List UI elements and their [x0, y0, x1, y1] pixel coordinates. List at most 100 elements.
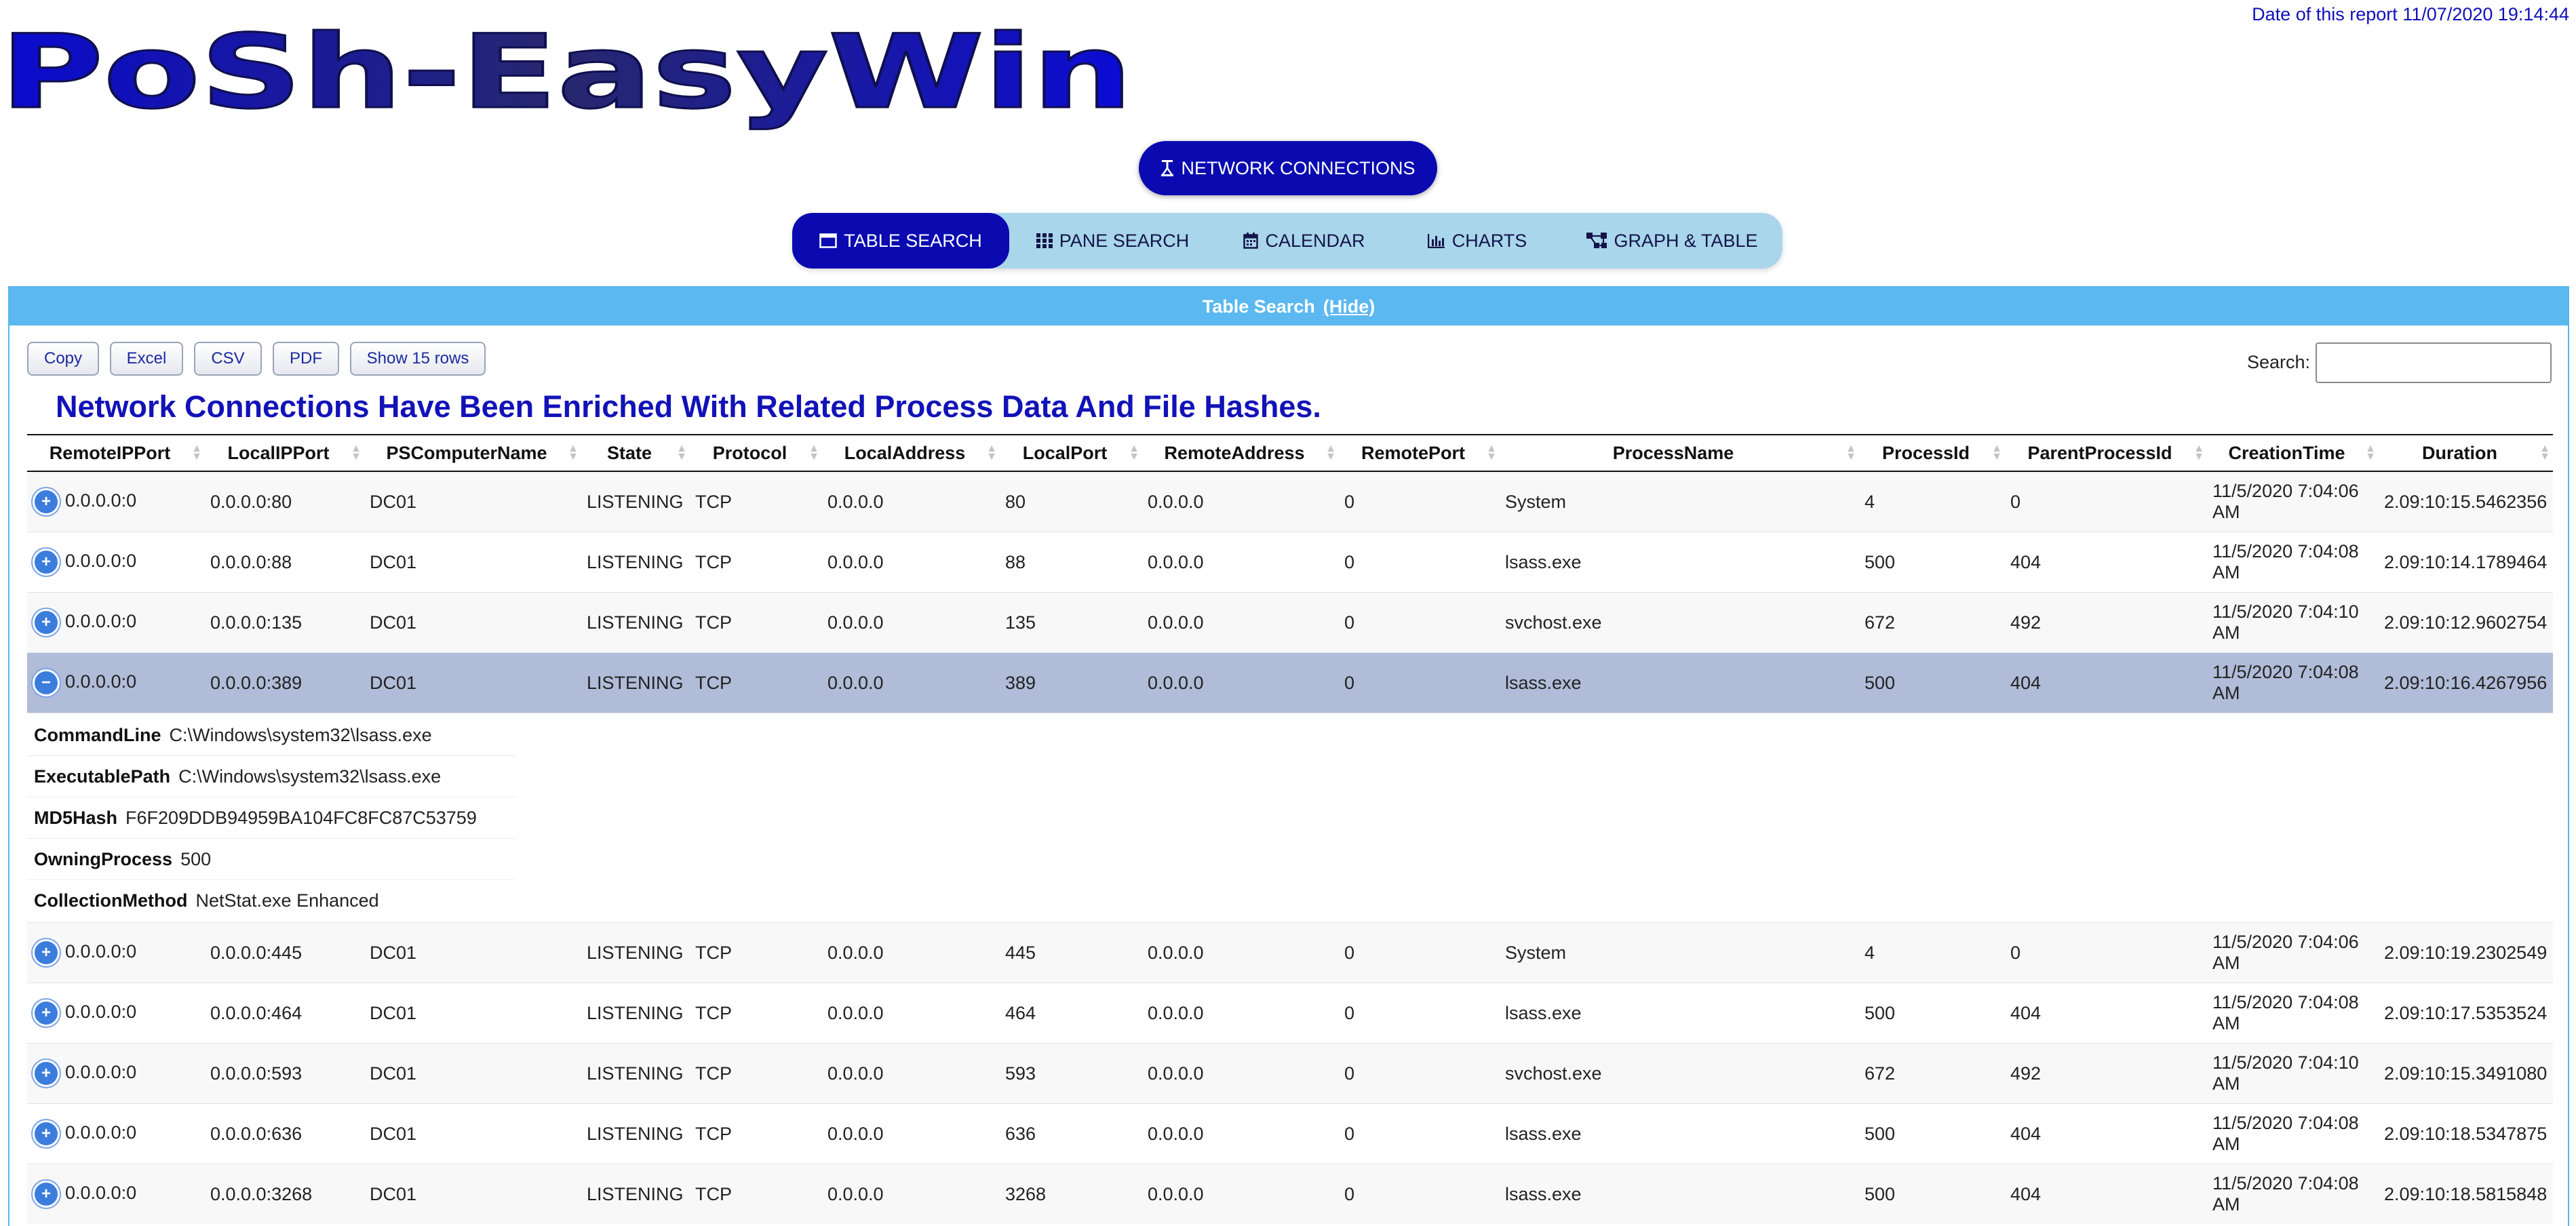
cell-value: 11/5/2020 7:04:08 AM [2212, 1113, 2359, 1154]
tab-graph-and-table[interactable]: GRAPH & TABLE [1562, 213, 1782, 269]
cell-value: 0 [1344, 1063, 1355, 1084]
cell-value: 0.0.0.0 [1148, 491, 1204, 512]
detail-key: MD5Hash [34, 807, 118, 828]
column-header[interactable]: LocalAddress ▲ ▼ [822, 434, 1000, 472]
table-cell: 593 [1000, 1043, 1142, 1104]
expand-icon[interactable]: + [33, 549, 60, 576]
table-cell: 0.0.0.0 [1142, 652, 1339, 713]
column-header[interactable]: Duration ▲ ▼ [2379, 434, 2553, 472]
tab-table-search[interactable]: TABLE SEARCH [792, 213, 1009, 269]
table-row[interactable]: +0.0.0.0:0 0.0.0.0:88 DC01 LISTENING TCP 0.0.… [27, 532, 2553, 593]
cell-value: 389 [1005, 672, 1036, 693]
cell-value: 11/5/2020 7:04:08 AM [2212, 541, 2359, 582]
table-row[interactable]: −0.0.0.0:0 0.0.0.0:389 DC01 LISTENING TCP 0.0… [27, 652, 2553, 713]
collapse-icon[interactable]: − [33, 669, 60, 696]
table-cell: 500 [1859, 652, 2005, 713]
column-header[interactable]: ParentProcessId ▲ ▼ [2005, 434, 2207, 472]
table-cell: DC01 [364, 652, 581, 713]
table-cell: LISTENING [581, 1103, 690, 1164]
cell-value: LISTENING [587, 672, 684, 693]
table-row[interactable]: +0.0.0.0:0 0.0.0.0:636 DC01 LISTENING TCP 0.0… [27, 1103, 2553, 1164]
table-cell: TCP [690, 652, 822, 713]
table-row[interactable]: +0.0.0.0:0 0.0.0.0:135 DC01 LISTENING TCP 0.0… [27, 592, 2553, 653]
detail-value: C:\Windows\system32\lsass.exe [178, 766, 442, 787]
column-header[interactable]: LocalPort ▲ ▼ [1000, 434, 1142, 472]
cell-value: 0.0.0.0 [1148, 1063, 1204, 1084]
table-cell: 445 [1000, 922, 1142, 983]
tab-charts[interactable]: CHARTS [1392, 213, 1562, 269]
column-header[interactable]: RemoteIPPort ▲ ▼ [27, 434, 205, 472]
table-cell: 0 [1339, 983, 1500, 1044]
sort-icon: ▲ ▼ [2365, 443, 2376, 462]
expand-icon[interactable]: + [33, 1181, 60, 1208]
table-row[interactable]: +0.0.0.0:0 0.0.0.0:3268 DC01 LISTENING TCP 0.… [27, 1164, 2553, 1224]
tab-calendar[interactable]: CALENDAR [1216, 213, 1392, 269]
hide-link[interactable]: (Hide) [1323, 296, 1375, 317]
table-cell: 11/5/2020 7:04:10 AM [2207, 1043, 2379, 1104]
expand-icon[interactable]: + [33, 609, 60, 636]
view-tabs: TABLE SEARCH PANE SEARCH CALENDAR CHARTS… [792, 213, 1782, 269]
table-cell: 135 [1000, 592, 1142, 653]
copy-button[interactable]: Copy [27, 342, 99, 376]
cell-value: 11/5/2020 7:04:08 AM [2212, 1173, 2359, 1214]
cell-value: 2.09:10:12.9602754 [2384, 612, 2548, 633]
expand-icon[interactable]: + [33, 1120, 60, 1147]
table-cell: DC01 [364, 1164, 581, 1224]
column-header[interactable]: Protocol ▲ ▼ [690, 434, 822, 472]
table-row[interactable]: +0.0.0.0:0 0.0.0.0:593 DC01 LISTENING TCP 0.0… [27, 1043, 2553, 1104]
cell-value: TCP [695, 1063, 732, 1084]
table-row[interactable]: +0.0.0.0:0 0.0.0.0:464 DC01 LISTENING TCP 0.0… [27, 983, 2553, 1044]
column-header[interactable]: PSComputerName ▲ ▼ [364, 434, 581, 472]
tab-pane-search[interactable]: PANE SEARCH [1009, 213, 1216, 269]
header-row: RemoteIPPort ▲ ▼ LocalIPPort ▲ ▼ PSComputerN… [27, 434, 2553, 472]
column-header[interactable]: ProcessName ▲ ▼ [1500, 434, 1859, 472]
cell-value: 2.09:10:18.5347875 [2384, 1123, 2548, 1144]
column-header[interactable]: CreationTime ▲ ▼ [2207, 434, 2379, 472]
cell-value: 0.0.0.0:464 [210, 1002, 303, 1023]
network-connections-button[interactable]: NETWORK CONNECTIONS [1139, 141, 1437, 195]
tab-label: TABLE SEARCH [844, 230, 982, 251]
table-cell: 0.0.0.0 [822, 592, 1000, 653]
cell-value: 4 [1865, 491, 1875, 512]
excel-button[interactable]: Excel [110, 342, 183, 376]
cell-value: System [1505, 942, 1567, 963]
cell-value: TCP [695, 491, 732, 512]
table-cell: LISTENING [581, 471, 690, 532]
detail-value: 500 [180, 848, 212, 869]
cell-value: 11/5/2020 7:04:10 AM [2212, 601, 2359, 643]
table-cell: DC01 [364, 471, 581, 532]
cell-value: System [1505, 491, 1567, 512]
cell-value: 0.0.0.0:0 [65, 1183, 137, 1204]
search-input[interactable] [2316, 342, 2552, 383]
expand-icon[interactable]: + [33, 1000, 60, 1027]
column-header[interactable]: State ▲ ▼ [581, 434, 690, 472]
cell-value: 2.09:10:15.5462356 [2384, 491, 2548, 512]
sort-icon: ▲ ▼ [1846, 443, 1856, 462]
column-header[interactable]: RemoteAddress ▲ ▼ [1142, 434, 1339, 472]
table-cell: 492 [2005, 592, 2207, 653]
cell-value: LISTENING [587, 1063, 684, 1084]
column-header[interactable]: LocalIPPort ▲ ▼ [205, 434, 364, 472]
table-cell: 3268 [1000, 1164, 1142, 1224]
expand-icon[interactable]: + [33, 939, 60, 966]
table-row[interactable]: +0.0.0.0:0 0.0.0.0:80 DC01 LISTENING TCP 0.0.… [27, 471, 2553, 532]
column-header[interactable]: ProcessId ▲ ▼ [1859, 434, 2005, 472]
pdf-button[interactable]: PDF [273, 342, 339, 376]
table-row[interactable]: +0.0.0.0:0 0.0.0.0:445 DC01 LISTENING TCP 0.0… [27, 922, 2553, 983]
cell-value: 0 [1344, 612, 1355, 633]
expand-icon[interactable]: + [33, 488, 60, 515]
cell-value: 500 [1865, 1123, 1896, 1144]
table-cell: 0.0.0.0:80 [205, 471, 364, 532]
cell-value: DC01 [370, 551, 417, 572]
expand-icon[interactable]: + [33, 1060, 60, 1087]
window-icon [819, 233, 837, 248]
table-cell: 0 [1339, 922, 1500, 983]
cell-value: 445 [1005, 942, 1036, 963]
column-header[interactable]: RemotePort ▲ ▼ [1339, 434, 1500, 472]
table-cell: 0.0.0.0 [822, 532, 1000, 593]
csv-button[interactable]: CSV [194, 342, 262, 376]
show-rows-button[interactable]: Show 15 rows [350, 342, 486, 376]
detail-key: OwningProcess [34, 848, 173, 869]
table-cell: +0.0.0.0:0 [27, 1164, 205, 1224]
cell-value: 500 [1865, 551, 1896, 572]
